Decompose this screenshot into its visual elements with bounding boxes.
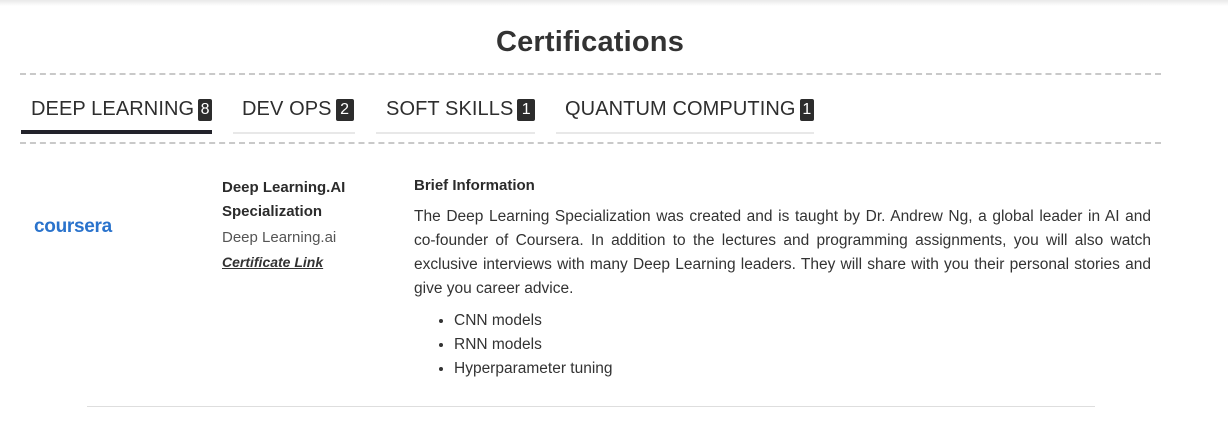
list-item: Hyperparameter tuning (454, 357, 1151, 381)
certificate-separator (87, 406, 1095, 407)
certificate-issuer: Deep Learning.ai (222, 229, 337, 246)
tab-label: DEV OPS (242, 98, 332, 120)
brief-description: The Deep Learning Specialization was cre… (414, 208, 1151, 297)
tab-count-badge: 1 (517, 99, 535, 121)
tab-count-badge: 1 (799, 99, 814, 121)
section-title: Certifications (495, 26, 685, 58)
dashed-divider-bottom (20, 142, 1161, 144)
tab-label: QUANTUM COMPUTING (565, 98, 796, 120)
list-item: RNN models (454, 333, 1151, 357)
tab-label: DEEP LEARNING (31, 98, 195, 120)
coursera-logo: coursera (34, 216, 112, 237)
brief-information: Brief Information The Deep Learning Spec… (414, 176, 1151, 381)
certificate-meta: Deep Learning.AI Specialization Deep Lea… (222, 176, 392, 272)
dashed-divider-top (20, 73, 1161, 75)
tab-deep-learning[interactable]: DEEP LEARNING 8 (21, 92, 212, 134)
certificate-title: Deep Learning.AI Specialization (222, 179, 346, 220)
topics-list: CNN models RNN models Hyperparameter tun… (414, 309, 1151, 381)
certificate-link[interactable]: Certificate Link (222, 254, 323, 270)
tab-quantum-computing[interactable]: QUANTUM COMPUTING 1 (556, 92, 814, 134)
list-item: CNN models (454, 309, 1151, 333)
brief-heading: Brief Information (414, 177, 535, 194)
tab-count-badge: 2 (335, 99, 354, 121)
tab-count-badge: 8 (198, 99, 212, 121)
tab-dev-ops[interactable]: DEV OPS 2 (233, 92, 355, 134)
top-shadow (0, 0, 1228, 6)
tab-soft-skills[interactable]: SOFT SKILLS 1 (376, 92, 535, 134)
tab-label: SOFT SKILLS (386, 98, 514, 120)
